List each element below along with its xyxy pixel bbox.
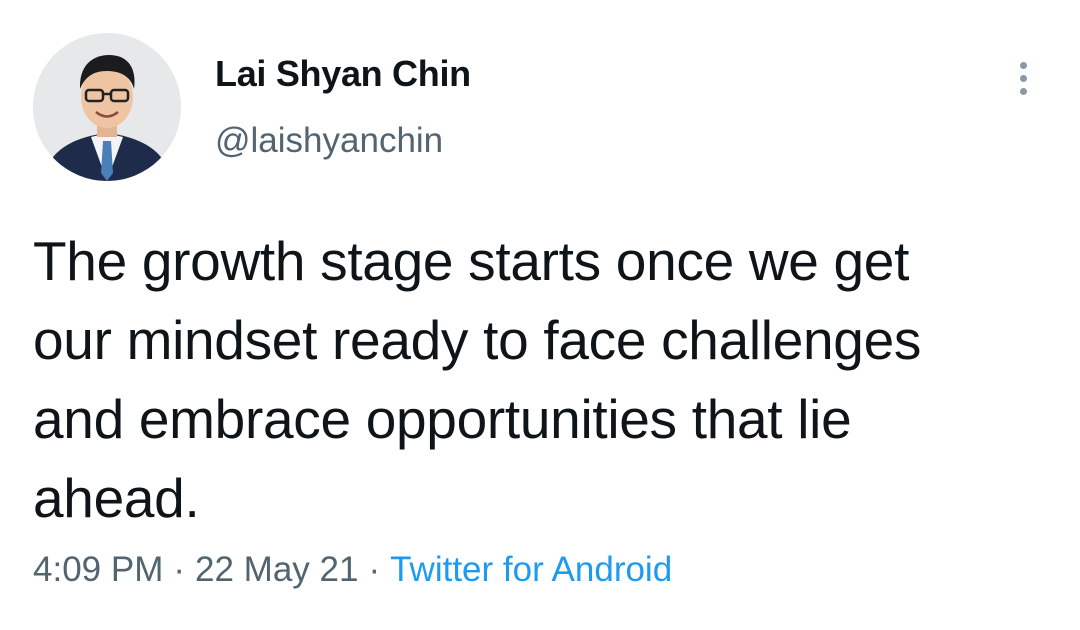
author-display-name[interactable]: Lai Shyan Chin	[215, 53, 471, 95]
tweet-time[interactable]: 4:09 PM	[33, 550, 163, 589]
more-vertical-icon-dot	[1020, 75, 1027, 82]
tweet-date[interactable]: 22 May 21	[195, 550, 358, 589]
more-vertical-icon	[1020, 62, 1027, 69]
meta-separator: ·	[173, 550, 186, 589]
avatar[interactable]	[33, 33, 181, 181]
tweet-text: The growth stage starts once we get our …	[33, 230, 922, 529]
author-handle[interactable]: @laishyanchin	[215, 121, 443, 161]
more-vertical-icon-dot	[1020, 88, 1027, 95]
tweet-card: Lai Shyan Chin @laishyanchin The growth …	[0, 0, 1080, 630]
profile-photo-icon	[33, 33, 181, 181]
more-options-button[interactable]	[1004, 58, 1044, 98]
meta-separator: ·	[368, 550, 381, 589]
tweet-source-link[interactable]: Twitter for Android	[390, 550, 672, 589]
tweet-meta: 4:09 PM · 22 May 21 · Twitter for Android	[33, 550, 672, 590]
